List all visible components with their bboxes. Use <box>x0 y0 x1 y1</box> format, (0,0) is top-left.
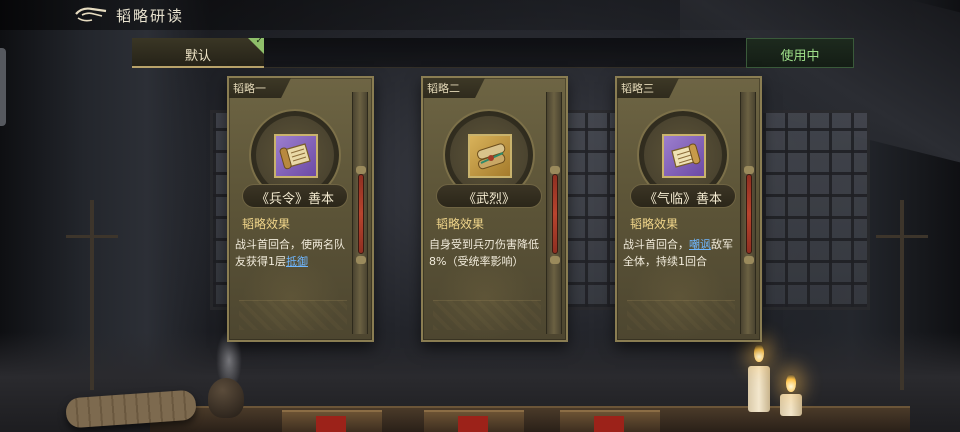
card-name-plate: 《气临》善本 <box>630 184 736 208</box>
effect-text: 自身受到兵刃伤害降低8%（受统率影响） <box>429 238 539 268</box>
preset-tab-label: 默认 <box>184 49 211 64</box>
check-mark-icon: ✓ <box>255 36 263 46</box>
card-name: 《武烈》 <box>462 192 515 207</box>
rail-knob <box>356 166 366 174</box>
candelabra-arm-left <box>66 235 118 238</box>
effect-description: 战斗首回合，使两名队友获得1层抵御 <box>235 236 351 270</box>
effect-title: 韬略效果 <box>436 217 485 231</box>
rail-knob <box>744 166 754 174</box>
rail-knob <box>550 166 560 174</box>
card-ornament <box>627 300 735 330</box>
rail-knob <box>744 256 754 264</box>
card-ornament <box>239 300 347 330</box>
candle <box>748 366 770 412</box>
rail-knob <box>356 256 366 264</box>
rail-knob <box>550 256 560 264</box>
strategy-preset-bar: 默认 ✓ 使用中 <box>132 36 854 68</box>
card-slot-tag: 韬略二 <box>423 78 485 98</box>
candelabra-right <box>900 200 904 390</box>
back-arrow-icon[interactable] <box>74 6 108 24</box>
status-keyword-link[interactable]: 抵御 <box>286 255 308 268</box>
side-drawer-handle[interactable] <box>0 48 6 126</box>
card-name: 《气临》善本 <box>643 192 722 207</box>
book-box <box>424 410 524 432</box>
preset-tab-default[interactable]: 默认 ✓ <box>132 36 264 68</box>
effect-description: 战斗首回合，嘲讽敌军全体，持续1回合 <box>623 236 739 270</box>
book-box <box>560 410 660 432</box>
rail-red-bar <box>358 174 364 254</box>
card-slot-label: 韬略二 <box>427 82 460 95</box>
card-side-rail <box>740 92 756 334</box>
status-keyword-link[interactable]: 嘲讽 <box>689 238 711 251</box>
candle-flame <box>754 344 764 362</box>
effect-title: 韬略效果 <box>242 217 291 231</box>
strategy-card-3[interactable]: 韬略三 《气临》善本 韬略效果 战斗首回合，嘲讽敌军全体，持续1回合 <box>615 76 762 342</box>
effect-description: 自身受到兵刃伤害降低8%（受统率影响） <box>429 236 545 270</box>
card-slot-tag: 韬略一 <box>229 78 291 98</box>
candle-flame <box>786 374 796 392</box>
lattice-window-right <box>760 110 870 310</box>
in-use-label: 使用中 <box>780 49 820 64</box>
strategy-card-2[interactable]: 韬略二 《武烈》 韬略效果 自身受到兵刃伤害降低8%（受统率影响） <box>421 76 568 342</box>
candle <box>780 394 802 416</box>
in-use-button[interactable]: 使用中 <box>746 38 854 68</box>
candelabra-left <box>90 200 94 390</box>
effect-title: 韬略效果 <box>630 217 679 231</box>
card-slot-label: 韬略一 <box>233 82 266 95</box>
book-box <box>282 410 382 432</box>
card-name-plate: 《武烈》 <box>436 184 542 208</box>
strategy-card-1[interactable]: 韬略一 《兵令》善本 韬略效果 战斗首回合，使两名队友获得1层抵御 <box>227 76 374 342</box>
effect-text: 战斗首回合， <box>623 238 689 251</box>
card-name-plate: 《兵令》善本 <box>242 184 348 208</box>
card-ornament <box>433 300 541 330</box>
card-slot-tag: 韬略三 <box>617 78 679 98</box>
title-bar: 韬略研读 <box>0 0 960 30</box>
card-slot-label: 韬略三 <box>621 82 654 95</box>
card-side-rail <box>352 92 368 334</box>
rail-red-bar <box>552 174 558 254</box>
scroll-icon <box>468 134 512 178</box>
card-side-rail <box>546 92 562 334</box>
page-title: 韬略研读 <box>116 7 185 25</box>
incense-burner <box>208 378 244 418</box>
scroll-icon <box>274 134 318 178</box>
card-name: 《兵令》善本 <box>255 192 334 207</box>
rail-red-bar <box>746 174 752 254</box>
scroll-icon <box>662 134 706 178</box>
candelabra-arm-right <box>876 235 928 238</box>
